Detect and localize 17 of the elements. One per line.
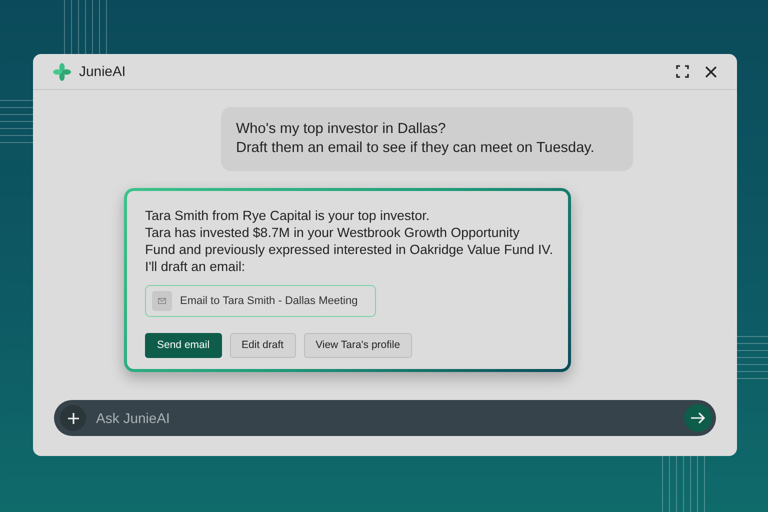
send-button[interactable]: Send email [145, 333, 222, 358]
flower-logo-icon [53, 62, 71, 80]
fullscreen-icon[interactable] [676, 65, 689, 78]
app-title: JunieAI [79, 62, 126, 81]
action-button[interactable]: Edit draft [230, 333, 296, 358]
email-attachment[interactable]: Email to Tara Smith - Dallas Meeting [145, 285, 376, 317]
plus-icon [68, 412, 78, 424]
arrow-icon [691, 412, 705, 424]
mail-icon [158, 298, 166, 304]
reply-text: Tara Smith from Rye Capital is your top investor. Tara has invested $8.7M in your Westbrook Growth Opportunity Fund and previously expressed interested in Oakridge Value Fund IV. I'll draft an email: [145, 207, 552, 275]
close-icon[interactable] [705, 66, 717, 78]
send-button[interactable] [684, 404, 712, 432]
action-button[interactable]: View Tara's profile [304, 333, 412, 358]
ask-input-field[interactable]: Ask JunieAI [94, 406, 676, 430]
chat-input-bar[interactable]: Ask JunieAI [54, 400, 716, 436]
user-message: Who's my top investor in Dallas? Draft them an email to see if they can meet on Tuesday. [221, 107, 633, 171]
add-button[interactable] [60, 405, 86, 431]
